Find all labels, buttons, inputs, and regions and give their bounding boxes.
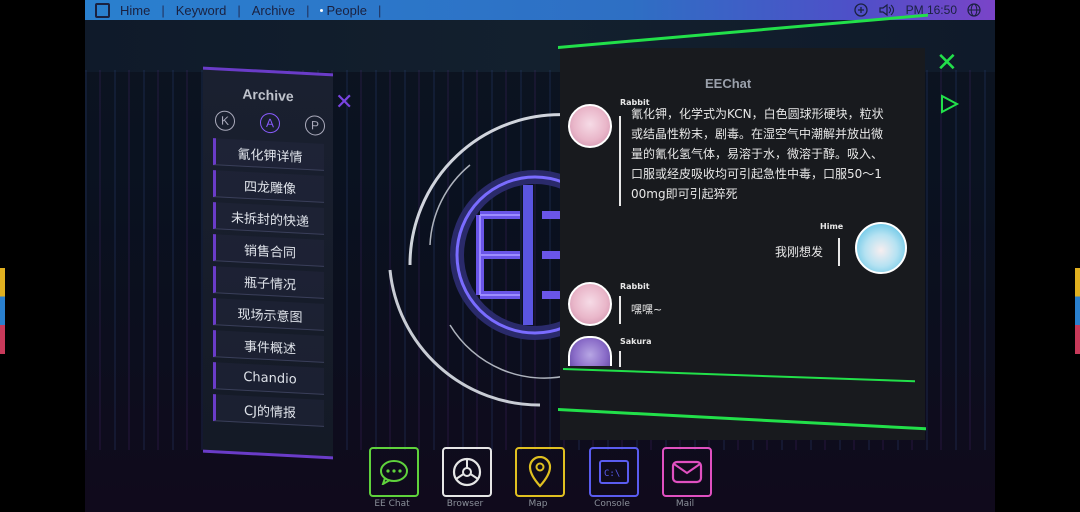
app-frame: Hime | Keyword | Archive | People | PM 1… [85,0,995,512]
dock-mail-button[interactable] [662,447,712,497]
archive-item[interactable]: 未拆封的快递 [213,202,324,235]
archive-panel: Archive K A P 氰化钾详情 四龙雕像 未拆封的快递 销售合同 瓶子情… [203,66,333,460]
archive-item[interactable]: CJ的情报 [213,394,324,427]
header-item-archive[interactable]: Archive [252,3,295,18]
dock-console-button[interactable]: C:\ [589,447,639,497]
menu-icon[interactable] [95,2,110,18]
archive-item[interactable]: 四龙雕像 [213,170,324,203]
message-text: 氰化钾，化学式为KCN，白色圆球形硬块，粒状 或结晶性粉末，剧毒。在湿空气中潮解… [631,107,884,201]
chat-close-icon[interactable]: ✕ [936,50,958,76]
dock-map-button[interactable] [515,447,565,497]
console-icon: C:\ [599,460,629,484]
notification-dot [320,8,324,12]
chat-title: EEChat [705,76,752,91]
archive-title: Archive [242,85,294,105]
right-color-strip [1075,268,1080,354]
message-sender: Sakura [620,337,652,346]
dock-label: EE Chat [374,499,410,509]
message-text: 嘿嘿~ [631,303,663,316]
tab-people[interactable]: P [305,114,325,136]
header-item-hime[interactable]: Hime [120,3,150,18]
message-bar [619,296,621,324]
archive-tabs: K A P [215,110,325,136]
avatar-rabbit[interactable] [568,282,612,326]
dock-eechat-button[interactable] [369,447,419,497]
left-color-strip [0,268,5,354]
avatar-hime[interactable] [855,222,907,274]
header-item-people[interactable]: People [326,3,366,18]
dock-label: Browser [446,499,484,509]
archive-close-icon[interactable]: ✕ [335,92,353,114]
tab-keyword[interactable]: K [215,110,235,132]
archive-item[interactable]: Chandio [213,362,324,395]
volume-icon[interactable] [878,3,896,17]
message-sender: Rabbit [620,282,650,291]
dock-label: Console [594,499,630,509]
svg-text:C:\: C:\ [604,469,620,479]
browser-wheel-icon [452,457,482,487]
message-sender: Hime [820,222,844,231]
archive-item[interactable]: 氰化钾详情 [213,138,324,171]
globe-icon[interactable] [967,3,981,17]
header-bar: Hime | Keyword | Archive | People | PM 1… [85,0,995,20]
archive-item[interactable]: 销售合同 [213,234,324,267]
archive-item[interactable]: 现场示意图 [213,298,324,331]
message-bar [838,238,840,266]
tab-archive[interactable]: A [260,112,280,134]
avatar-sakura[interactable] [568,336,612,366]
avatar-rabbit[interactable] [568,104,612,148]
message-bar [619,351,621,367]
archive-item[interactable]: 事件概述 [213,330,324,363]
message-bar [619,116,621,206]
mail-icon [671,460,703,484]
dock-label: Mail [675,499,695,509]
dock-browser-button[interactable] [442,447,492,497]
archive-item[interactable]: 瓶子情况 [213,266,324,299]
add-icon[interactable] [853,3,868,17]
dock-label: Map [528,499,548,509]
header-item-keyword[interactable]: Keyword [176,3,227,18]
play-icon[interactable] [938,93,960,115]
message-text: 我刚想发 [775,245,824,259]
map-pin-icon [528,456,552,488]
chat-bubble-icon [380,460,408,485]
